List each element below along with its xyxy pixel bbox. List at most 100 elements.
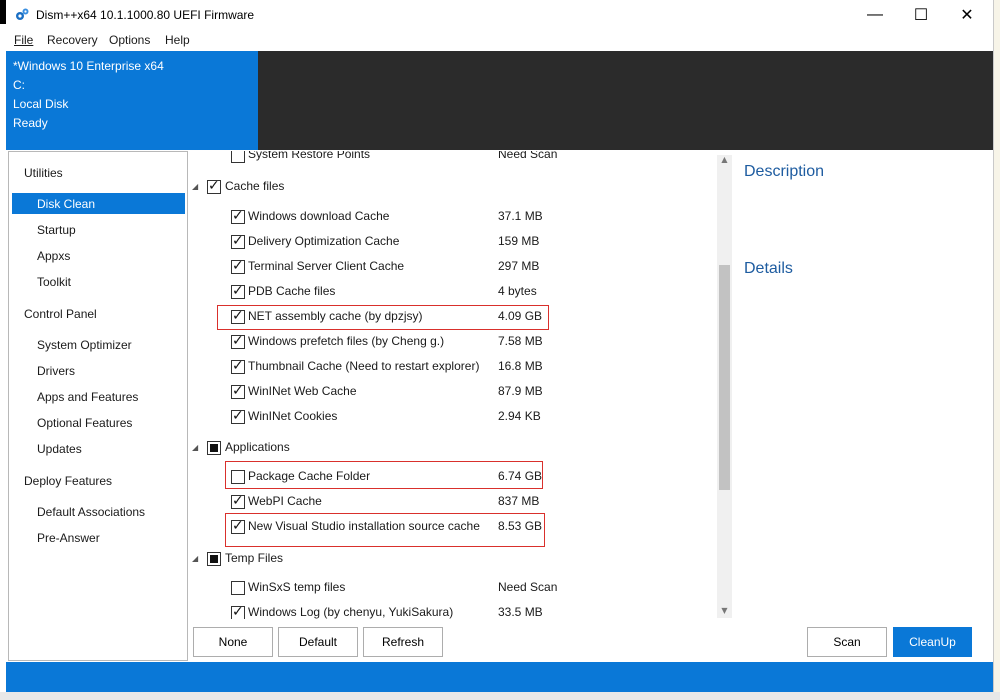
disk-clean-panel: System Restore Points Need Scan ◢ Cache …	[188, 151, 993, 661]
item-label: WebPI Cache	[248, 494, 322, 508]
list-item[interactable]: Windows download Cache 37.1 MB	[188, 206, 708, 228]
sidebar-item-toolkit[interactable]: Toolkit	[37, 275, 71, 289]
refresh-button[interactable]: Refresh	[363, 627, 443, 657]
item-checkbox[interactable]	[231, 208, 245, 224]
scroll-up-arrow-icon[interactable]: ▲	[717, 155, 732, 167]
category-row[interactable]: ◢ Temp Files	[188, 548, 708, 570]
cleanup-button[interactable]: CleanUp	[893, 627, 972, 657]
list-item[interactable]: Package Cache Folder 6.74 GB	[188, 466, 708, 488]
item-checkbox[interactable]	[231, 518, 245, 534]
item-checkbox[interactable]	[231, 308, 245, 324]
item-size: Need Scan	[498, 580, 558, 594]
item-label: Windows prefetch files (by Cheng g.)	[248, 334, 445, 348]
os-name: *Windows 10 Enterprise x64	[13, 59, 164, 73]
item-size: 16.8 MB	[498, 359, 543, 373]
item-checkbox[interactable]	[231, 493, 245, 509]
list-scrollbar[interactable]: ▲ ▼	[717, 155, 732, 618]
menu-bar: File Recovery Options Help	[6, 30, 994, 51]
none-button[interactable]: None	[193, 627, 273, 657]
description-heading: Description	[744, 163, 825, 180]
item-checkbox[interactable]	[231, 258, 245, 274]
item-size: 33.5 MB	[498, 605, 543, 619]
scroll-down-arrow-icon[interactable]: ▼	[717, 606, 732, 618]
category-checkbox[interactable]	[207, 441, 221, 455]
list-item[interactable]: Windows Log (by chenyu, YukiSakura) 33.5…	[188, 602, 708, 619]
item-size: 4 bytes	[498, 284, 537, 298]
sidebar-item-system-optimizer[interactable]: System Optimizer	[37, 338, 132, 352]
collapse-arrow-icon[interactable]: ◢	[192, 443, 198, 452]
sidebar-item-disk-clean[interactable]: Disk Clean	[37, 197, 95, 211]
scan-button[interactable]: Scan	[807, 627, 887, 657]
category-checkbox[interactable]	[207, 178, 221, 194]
item-checkbox[interactable]	[231, 233, 245, 249]
close-button[interactable]: ✕	[944, 0, 990, 30]
item-label: WinINet Cookies	[248, 409, 338, 423]
category-row[interactable]: ◢ Applications	[188, 437, 708, 459]
sidebar-item-updates[interactable]: Updates	[37, 442, 82, 456]
disk-type: Local Disk	[13, 97, 69, 111]
item-size: 2.94 KB	[498, 409, 541, 423]
image-info-panel[interactable]: *Windows 10 Enterprise x64 C: Local Disk…	[6, 51, 258, 150]
item-checkbox[interactable]	[231, 581, 245, 595]
item-label: WinSxS temp files	[248, 580, 346, 594]
item-size: 297 MB	[498, 259, 540, 273]
sidebar-item-default-associations[interactable]: Default Associations	[37, 505, 145, 519]
sidebar-group-deploy-features[interactable]: Deploy Features	[24, 474, 112, 488]
collapse-arrow-icon[interactable]: ◢	[192, 182, 198, 191]
sidebar-group-utilities[interactable]: Utilities	[24, 166, 63, 180]
menu-options[interactable]: Options	[109, 33, 150, 47]
menu-help[interactable]: Help	[165, 33, 190, 47]
item-checkbox[interactable]	[231, 358, 245, 374]
item-checkbox[interactable]	[231, 151, 245, 163]
maximize-button[interactable]: ☐	[898, 0, 944, 30]
sidebar-item-pre-answer[interactable]: Pre-Answer	[37, 531, 100, 545]
list-item[interactable]: WinSxS temp files Need Scan	[188, 577, 708, 599]
item-checkbox[interactable]	[231, 283, 245, 299]
list-item[interactable]: Terminal Server Client Cache 297 MB	[188, 256, 708, 278]
list-item[interactable]: NET assembly cache (by dpzjsy) 4.09 GB	[188, 306, 708, 328]
item-checkbox[interactable]	[231, 470, 245, 484]
list-item[interactable]: Thumbnail Cache (Need to restart explore…	[188, 356, 708, 378]
list-item[interactable]: Windows prefetch files (by Cheng g.) 7.5…	[188, 331, 708, 353]
default-button[interactable]: Default	[278, 627, 358, 657]
sidebar-item-appxs[interactable]: Appxs	[37, 249, 70, 263]
menu-file[interactable]: File	[14, 33, 33, 47]
item-size: 6.74 GB	[498, 469, 543, 483]
item-label: Windows download Cache	[248, 209, 390, 223]
scrollbar-thumb[interactable]	[719, 265, 730, 490]
item-label: System Restore Points	[248, 151, 371, 161]
item-label: Terminal Server Client Cache	[248, 259, 405, 273]
item-checkbox[interactable]	[231, 383, 245, 399]
category-label: Applications	[225, 440, 290, 454]
list-item[interactable]: WebPI Cache 837 MB	[188, 491, 708, 513]
sidebar-group-control-panel[interactable]: Control Panel	[24, 307, 97, 321]
window-title: Dism++x64 10.1.1000.80 UEFI Firmware	[36, 8, 255, 22]
item-label: WinINet Web Cache	[248, 384, 357, 398]
item-checkbox[interactable]	[231, 408, 245, 424]
title-bar[interactable]: Dism++x64 10.1.1000.80 UEFI Firmware — ☐…	[6, 0, 994, 30]
sidebar-item-startup[interactable]: Startup	[37, 223, 76, 237]
sidebar-item-drivers[interactable]: Drivers	[37, 364, 75, 378]
category-checkbox[interactable]	[207, 552, 221, 566]
list-item[interactable]: New Visual Studio installation source ca…	[188, 516, 708, 538]
sidebar-item-optional-features[interactable]: Optional Features	[37, 416, 132, 430]
item-size: 37.1 MB	[498, 209, 543, 223]
list-item[interactable]: PDB Cache files 4 bytes	[188, 281, 708, 303]
item-checkbox[interactable]	[231, 333, 245, 349]
category-row[interactable]: ◢ Cache files	[188, 176, 708, 198]
list-item[interactable]: WinINet Cookies 2.94 KB	[188, 406, 708, 428]
list-item[interactable]: System Restore Points Need Scan	[188, 151, 708, 166]
item-label: PDB Cache files	[248, 284, 336, 298]
item-size: Need Scan	[498, 151, 558, 161]
menu-recovery[interactable]: Recovery	[47, 33, 98, 47]
cleanup-item-list[interactable]: System Restore Points Need Scan ◢ Cache …	[188, 151, 718, 619]
item-label: New Visual Studio installation source ca…	[248, 519, 480, 533]
item-checkbox[interactable]	[231, 604, 245, 619]
collapse-arrow-icon[interactable]: ◢	[192, 554, 198, 563]
desktop-background	[0, 692, 1000, 700]
sidebar-item-apps-and-features[interactable]: Apps and Features	[37, 390, 138, 404]
list-item[interactable]: WinINet Web Cache 87.9 MB	[188, 381, 708, 403]
list-item[interactable]: Delivery Optimization Cache 159 MB	[188, 231, 708, 253]
background-window-edge-right	[993, 0, 1000, 700]
minimize-button[interactable]: —	[852, 0, 898, 30]
